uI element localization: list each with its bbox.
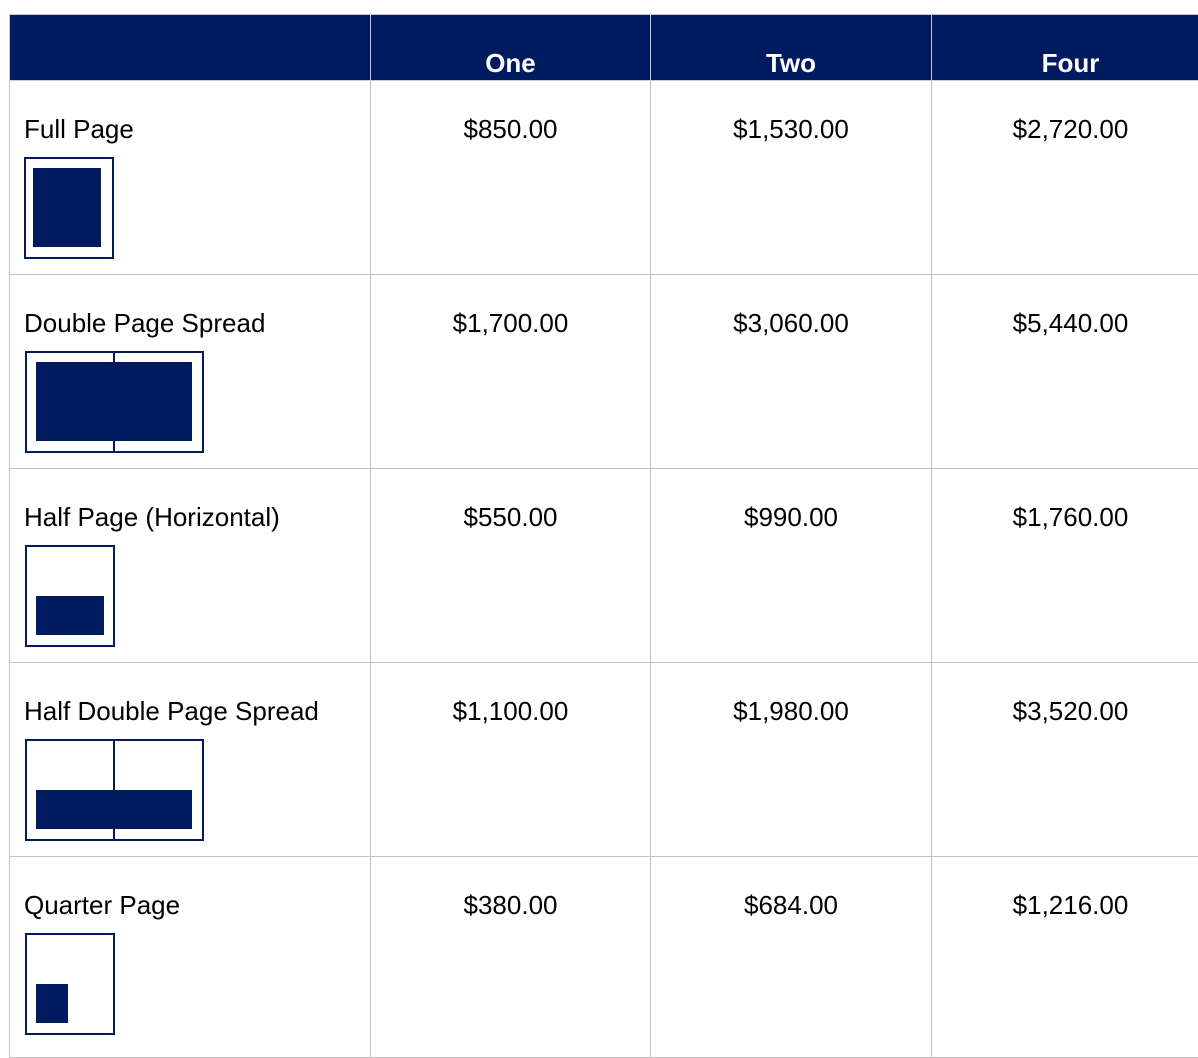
price-four: $1,216.00 xyxy=(932,857,1198,1058)
header-four: Four xyxy=(932,15,1198,81)
ad-size-name: Double Page Spread xyxy=(24,308,370,338)
price-two: $684.00 xyxy=(651,857,932,1058)
ad-size-cell: Half Page (Horizontal) xyxy=(10,469,371,663)
price-one: $1,700.00 xyxy=(371,275,651,469)
ad-size-name: Half Page (Horizontal) xyxy=(24,502,370,532)
ad-rate-table: One Two Four Full Page $850.00 $1,530.00… xyxy=(9,14,1198,1058)
ad-size-cell: Full Page xyxy=(10,81,371,275)
header-two: Two xyxy=(651,15,932,81)
ad-size-cell: Double Page Spread xyxy=(10,275,371,469)
quarter-page-icon xyxy=(24,933,118,1037)
price-four: $1,760.00 xyxy=(932,469,1198,663)
header-one: One xyxy=(371,15,651,81)
header-row: One Two Four xyxy=(10,15,1198,81)
price-four: $3,520.00 xyxy=(932,663,1198,857)
ad-size-name: Full Page xyxy=(24,114,370,144)
price-one: $380.00 xyxy=(371,857,651,1058)
table-row: Quarter Page $380.00 $684.00 $1,216.00 xyxy=(10,857,1198,1058)
price-one: $550.00 xyxy=(371,469,651,663)
ad-size-cell: Half Double Page Spread xyxy=(10,663,371,857)
header-blank-cell xyxy=(10,15,371,81)
double-page-spread-icon xyxy=(24,351,206,455)
table-row: Half Double Page Spread $1,100.00 $1,980… xyxy=(10,663,1198,857)
ad-size-cell: Quarter Page xyxy=(10,857,371,1058)
table-header: One Two Four xyxy=(10,15,1198,81)
ad-size-name: Half Double Page Spread xyxy=(24,696,370,726)
price-two: $3,060.00 xyxy=(651,275,932,469)
price-two: $1,980.00 xyxy=(651,663,932,857)
price-two: $990.00 xyxy=(651,469,932,663)
price-one: $850.00 xyxy=(371,81,651,275)
price-four: $2,720.00 xyxy=(932,81,1198,275)
price-four: $5,440.00 xyxy=(932,275,1198,469)
table-row: Double Page Spread $1,700.00 $3,060.00 $… xyxy=(10,275,1198,469)
full-page-icon xyxy=(24,157,116,261)
half-double-page-spread-icon xyxy=(24,739,206,843)
price-two: $1,530.00 xyxy=(651,81,932,275)
ad-size-name: Quarter Page xyxy=(24,890,370,920)
price-one: $1,100.00 xyxy=(371,663,651,857)
half-page-horizontal-icon xyxy=(24,545,118,649)
table-row: Full Page $850.00 $1,530.00 $2,720.00 xyxy=(10,81,1198,275)
table-row: Half Page (Horizontal) $550.00 $990.00 $… xyxy=(10,469,1198,663)
